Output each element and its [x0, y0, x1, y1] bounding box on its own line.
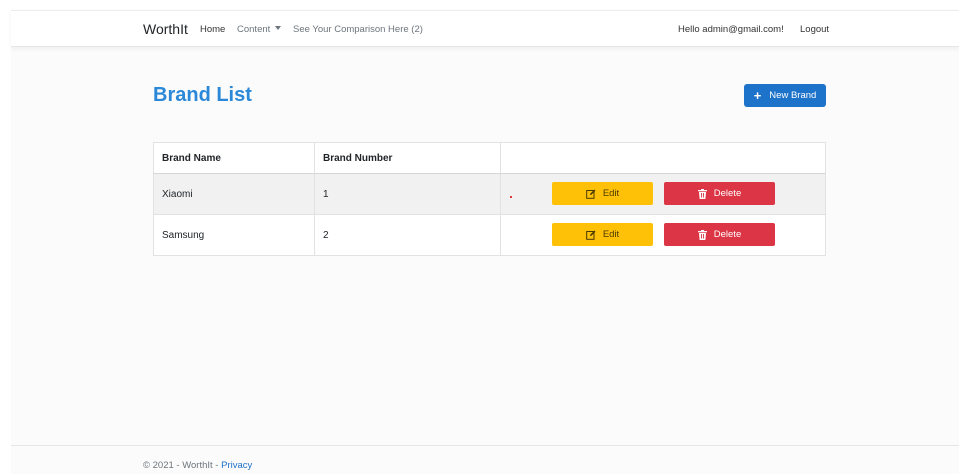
delete-label: Delete — [713, 188, 742, 199]
new-brand-label: New Brand — [769, 90, 817, 101]
delete-button[interactable]: Delete — [664, 182, 775, 205]
privacy-link[interactable]: Privacy — [221, 460, 252, 471]
header-actions — [500, 142, 826, 174]
edit-label: Edit — [602, 188, 620, 199]
cell-actions: Edit Delete — [500, 173, 826, 215]
edit-icon — [586, 189, 596, 199]
footer: © 2021 - WorthIt - Privacy — [11, 445, 959, 474]
trash-icon — [697, 188, 707, 199]
navbar: WorthIt Home Content See Your Comparison… — [11, 10, 959, 47]
edit-icon — [586, 230, 596, 240]
cell-brand-number: 2 — [314, 214, 501, 256]
cell-brand-number: 1 — [314, 173, 501, 215]
navbar-brand[interactable]: WorthIt — [143, 21, 188, 37]
footer-text: © 2021 - WorthIt - Privacy — [143, 460, 252, 471]
trash-icon — [697, 229, 707, 240]
nav-user-greeting[interactable]: Hello admin@gmail.com! — [678, 24, 784, 35]
cell-brand-name: Xiaomi — [153, 173, 315, 215]
table-row: Samsung 2 Edit Delete — [153, 214, 826, 256]
table-header-row: Brand Name Brand Number — [153, 142, 826, 174]
edit-label: Edit — [602, 229, 620, 240]
edit-button[interactable]: Edit — [552, 223, 653, 246]
nav-content-label: Content — [237, 24, 271, 35]
table-row: Xiaomi 1 Edit Delete — [153, 173, 826, 215]
caret-down-icon — [275, 26, 282, 30]
header-brand-name: Brand Name — [153, 142, 315, 174]
nav-comparison-link[interactable]: See Your Comparison Here (2) — [293, 24, 423, 35]
header-brand-number: Brand Number — [314, 142, 501, 174]
cell-actions: Edit Delete — [500, 214, 826, 256]
nav-logout-link[interactable]: Logout — [800, 24, 829, 35]
page: WorthIt Home Content See Your Comparison… — [11, 10, 959, 474]
new-brand-button[interactable]: + New Brand — [744, 84, 826, 107]
delete-label: Delete — [713, 229, 742, 240]
cell-brand-name: Samsung — [153, 214, 315, 256]
delete-button[interactable]: Delete — [664, 223, 775, 246]
marker-dot — [510, 196, 512, 198]
nav-home-link[interactable]: Home — [200, 24, 225, 35]
plus-icon: + — [753, 88, 762, 103]
footer-copyright: © 2021 - WorthIt - — [143, 460, 222, 471]
nav-content-dropdown[interactable]: Content — [237, 24, 282, 35]
page-title: Brand List — [153, 84, 252, 106]
edit-button[interactable]: Edit — [552, 182, 653, 205]
brand-table: Brand Name Brand Number Xiaomi 1 Edit De… — [153, 142, 826, 256]
